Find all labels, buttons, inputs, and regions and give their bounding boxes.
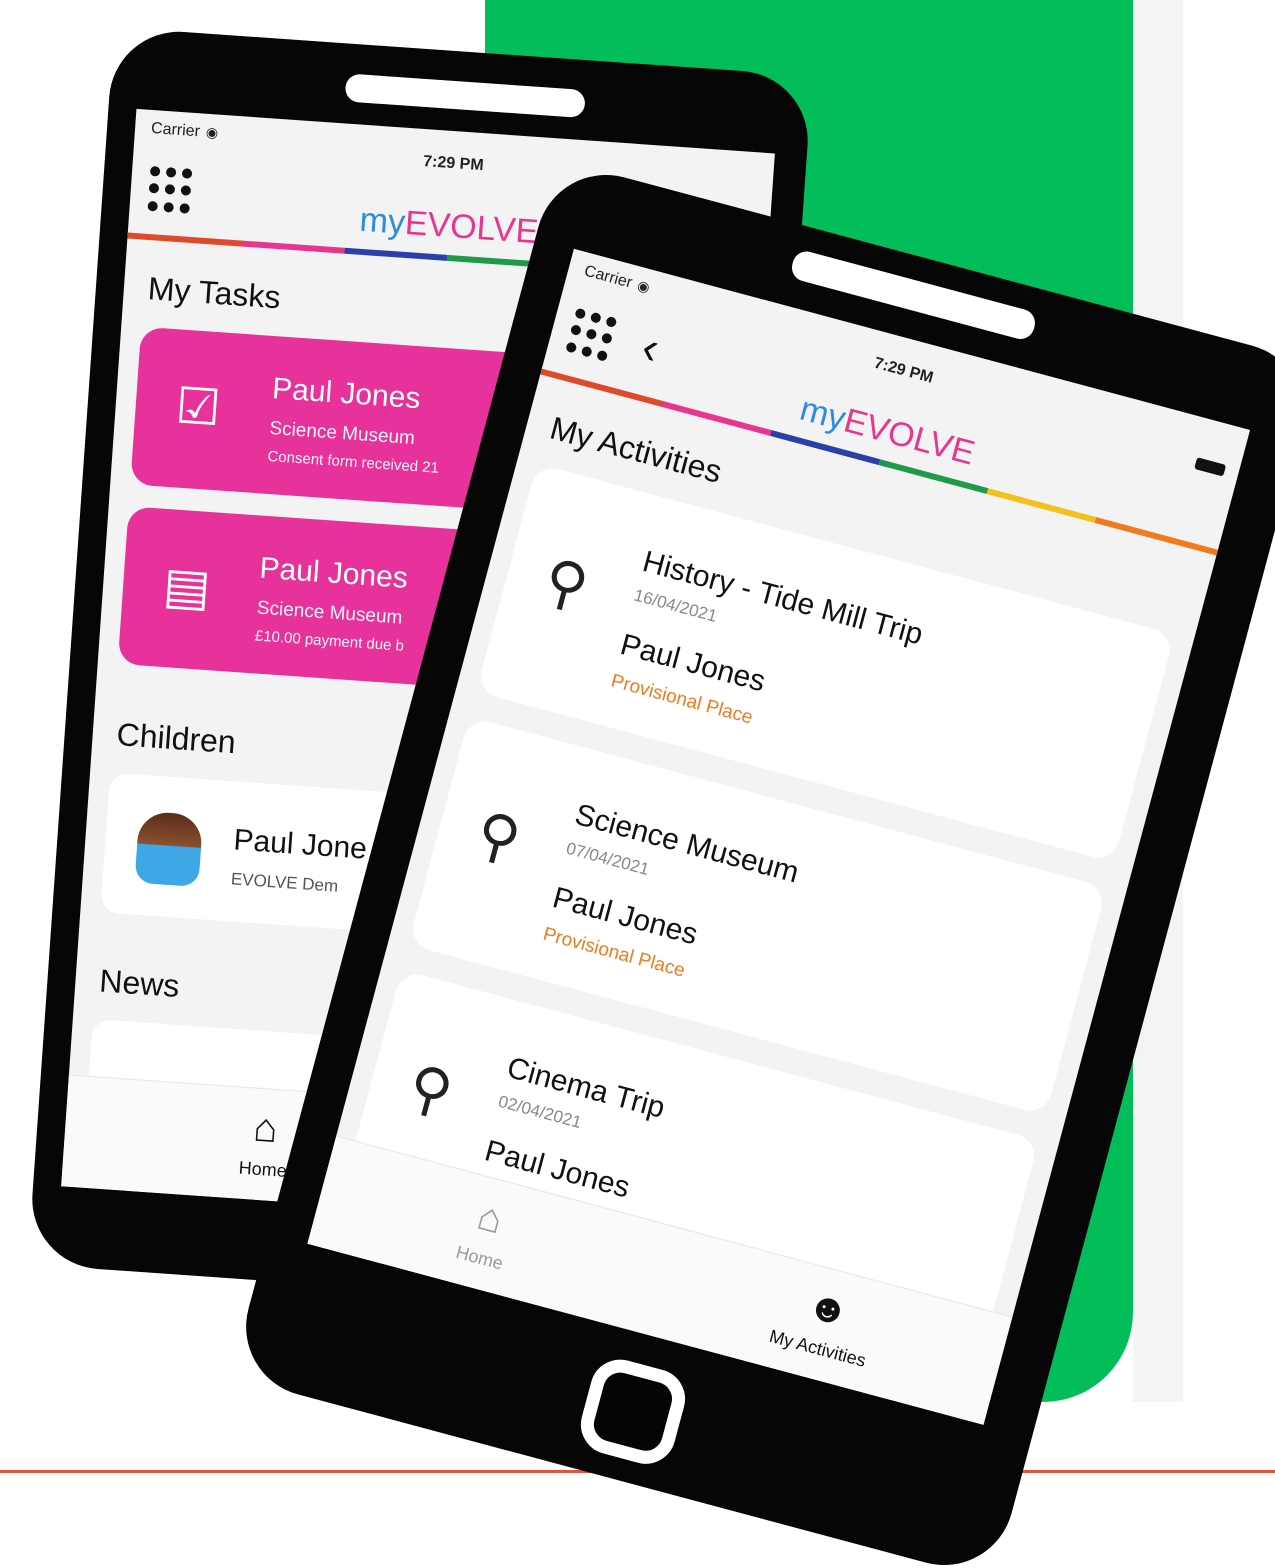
- activity-title: Science Museum: [571, 798, 803, 890]
- child-school: EVOLVE Dem: [230, 869, 339, 896]
- map-pin-icon: ⚲: [537, 546, 596, 621]
- task-note: Consent form received 21: [266, 447, 440, 477]
- task-event: Science Museum: [256, 597, 404, 629]
- home-button[interactable]: [574, 1352, 692, 1471]
- task-event: Science Museum: [268, 417, 416, 450]
- credit-card-icon: ▤: [161, 556, 213, 617]
- task-child-name: Paul Jones: [271, 372, 422, 416]
- task-child-name: Paul Jones: [258, 551, 409, 595]
- task-note: £10.00 payment due b: [254, 627, 405, 655]
- map-pin-icon: ⚲: [469, 799, 528, 874]
- clipboard-check-icon: ☑: [173, 377, 223, 437]
- map-pin-icon: ⚲: [401, 1052, 460, 1127]
- phone-speaker: [344, 73, 586, 119]
- child-name: Paul Jone: [232, 823, 368, 866]
- avatar: [134, 810, 204, 888]
